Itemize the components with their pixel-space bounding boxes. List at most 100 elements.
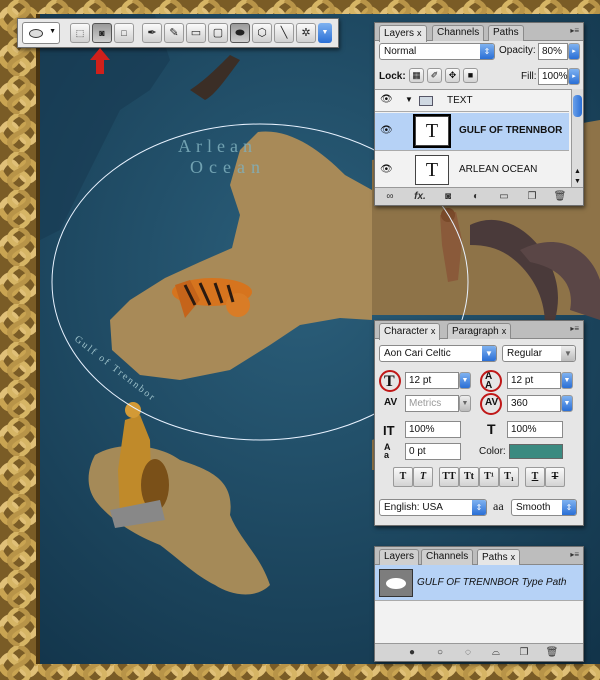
font-style-select[interactable]: Regular ▼ [502, 345, 576, 362]
kerning-dropdown[interactable]: ▼ [459, 395, 471, 412]
layer-row-gulf-of-trennbor[interactable]: 👁 T GULF OF TRENNBOR [375, 113, 569, 151]
tool-preset-picker[interactable]: ▼ [22, 22, 60, 44]
pen-icon[interactable]: ✒ [142, 23, 162, 43]
horizontal-scale-icon: T [487, 421, 496, 437]
ellipse-icon [29, 29, 43, 38]
layer-group-row[interactable]: 👁 ▼ TEXT [375, 90, 569, 112]
close-icon[interactable]: x [417, 28, 422, 38]
lock-transparent-icon[interactable]: ▦ [409, 68, 424, 83]
trash-icon[interactable]: 🗑 [545, 646, 559, 659]
shape-dropdown-button[interactable]: ▼ [318, 23, 332, 43]
tab-paragraph[interactable]: Paragraph x [447, 323, 512, 339]
vertical-scale-field[interactable]: 100% [405, 421, 461, 438]
layers-bottom-bar: ∞ fx. ◙ ◐ ▭ ❐ 🗑 [375, 187, 583, 205]
close-icon[interactable]: x [511, 552, 516, 562]
make-path-icon[interactable]: ⌓ [489, 646, 503, 659]
updown-icon: ⇕ [480, 44, 494, 59]
leading-dropdown[interactable]: ▼ [561, 372, 573, 389]
layers-list: 👁 ▼ TEXT 👁 T GULF OF TRENNBOR 👁 T ARLEAN… [375, 89, 571, 187]
updown-icon: ⇕ [472, 500, 486, 515]
group-icon[interactable]: ▭ [497, 190, 511, 203]
panel-menu-icon[interactable]: ▸≡ [570, 550, 579, 559]
paths-mode-icon[interactable]: ⬚ [70, 23, 90, 43]
opacity-field[interactable]: 80% [538, 43, 568, 60]
freeform-pen-icon[interactable]: ✎ [164, 23, 184, 43]
ellipse-tool-icon[interactable]: ⬬ [230, 23, 250, 43]
tab-layers[interactable]: Layers x [379, 25, 427, 42]
lock-image-icon[interactable]: ✐ [427, 68, 442, 83]
baseline-shift-field[interactable]: 0 pt [405, 443, 461, 460]
fill-field[interactable]: 100% [538, 68, 568, 85]
scroll-thumb[interactable] [573, 95, 582, 117]
new-layer-icon[interactable]: ❐ [525, 190, 539, 203]
eye-icon[interactable]: 👁 [380, 125, 393, 136]
link-icon[interactable]: ∞ [383, 190, 397, 203]
strikethrough-button[interactable]: T [545, 467, 565, 487]
all-caps-button[interactable]: TT [439, 467, 459, 487]
disclosure-triangle-icon[interactable]: ▼ [405, 95, 413, 104]
scroll-down-icon[interactable]: ▼ [574, 178, 581, 185]
fx-icon[interactable]: fx. [411, 190, 429, 203]
trash-icon[interactable]: 🗑 [553, 190, 567, 203]
font-family-select[interactable]: Aon Cari Celtic ▼ [379, 345, 497, 362]
leading-field[interactable]: 12 pt [507, 372, 561, 389]
close-icon[interactable]: x [502, 326, 507, 336]
close-icon[interactable]: x [431, 326, 436, 336]
line-icon[interactable]: ╲ [274, 23, 294, 43]
subscript-button[interactable]: T₁ [499, 467, 519, 487]
lock-all-icon[interactable]: ■ [463, 68, 478, 83]
eye-icon[interactable]: 👁 [380, 94, 393, 105]
font-size-field[interactable]: 12 pt [405, 372, 459, 389]
polygon-icon[interactable]: ⬡ [252, 23, 272, 43]
photoshop-workspace: Arlean Ocean Gulf of Trennbor ▼ ⬚ ◙ □ ✒ … [0, 0, 600, 680]
mask-icon[interactable]: ◙ [441, 190, 455, 203]
tab-channels[interactable]: Channels [432, 25, 485, 41]
fill-path-icon[interactable]: ● [405, 646, 419, 659]
tab-paths[interactable]: Paths x [477, 549, 521, 566]
rectangle-icon[interactable]: ▭ [186, 23, 206, 43]
celtic-border-top [0, 0, 600, 14]
updown-icon: ⇕ [562, 500, 576, 515]
stroke-path-icon[interactable]: ○ [433, 646, 447, 659]
horizontal-scale-field[interactable]: 100% [507, 421, 563, 438]
shape-layers-mode-icon[interactable]: ◙ [92, 23, 112, 43]
panel-menu-icon[interactable]: ▸≡ [570, 324, 579, 333]
superscript-button[interactable]: T¹ [479, 467, 499, 487]
layer-row-arlean-ocean[interactable]: 👁 T ARLEAN OCEAN [375, 152, 569, 187]
rounded-rectangle-icon[interactable]: ▢ [208, 23, 228, 43]
vertical-scale-icon: IT [383, 423, 395, 438]
paths-panel: Layers Channels Paths x ▸≡ GULF OF TRENNB… [374, 546, 584, 662]
antialias-select[interactable]: Smooth ⇕ [511, 499, 577, 516]
load-selection-icon[interactable]: ◌ [461, 646, 475, 659]
tab-layers[interactable]: Layers [379, 549, 420, 565]
panel-menu-icon[interactable]: ▸≡ [570, 26, 579, 35]
layers-scrollbar[interactable]: ▲ ▼ [571, 89, 583, 187]
lock-position-icon[interactable]: ✥ [445, 68, 460, 83]
tracking-field[interactable]: 360 [507, 395, 561, 412]
adjustment-icon[interactable]: ◐ [469, 190, 483, 203]
small-caps-button[interactable]: Tt [459, 467, 479, 487]
font-size-dropdown[interactable]: ▼ [459, 372, 471, 389]
new-path-icon[interactable]: ❐ [517, 646, 531, 659]
faux-italic-button[interactable]: T [413, 467, 433, 487]
custom-shape-icon[interactable]: ✲ [296, 23, 316, 43]
opacity-dropdown-button[interactable]: ▸ [568, 43, 580, 60]
ellipse-icon [386, 578, 406, 589]
faux-bold-button[interactable]: T [393, 467, 413, 487]
kerning-field[interactable]: Metrics [405, 395, 459, 412]
tab-character[interactable]: Character x [379, 323, 441, 340]
path-row[interactable]: GULF OF TRENNBOR Type Path [375, 565, 583, 601]
tab-paths[interactable]: Paths [488, 25, 524, 41]
underline-button[interactable]: T [525, 467, 545, 487]
tab-channels[interactable]: Channels [421, 549, 474, 565]
text-color-swatch[interactable] [509, 444, 563, 459]
path-thumbnail [379, 569, 413, 597]
eye-icon[interactable]: 👁 [380, 164, 393, 175]
fill-pixels-mode-icon[interactable]: □ [114, 23, 134, 43]
fill-dropdown-button[interactable]: ▸ [568, 68, 580, 85]
language-select[interactable]: English: USA ⇕ [379, 499, 487, 516]
blend-mode-select[interactable]: Normal ⇕ [379, 43, 495, 60]
tracking-dropdown[interactable]: ▼ [561, 395, 573, 412]
arlean-ocean-label-line1: Arlean [178, 136, 257, 156]
scroll-up-icon[interactable]: ▲ [574, 168, 581, 175]
